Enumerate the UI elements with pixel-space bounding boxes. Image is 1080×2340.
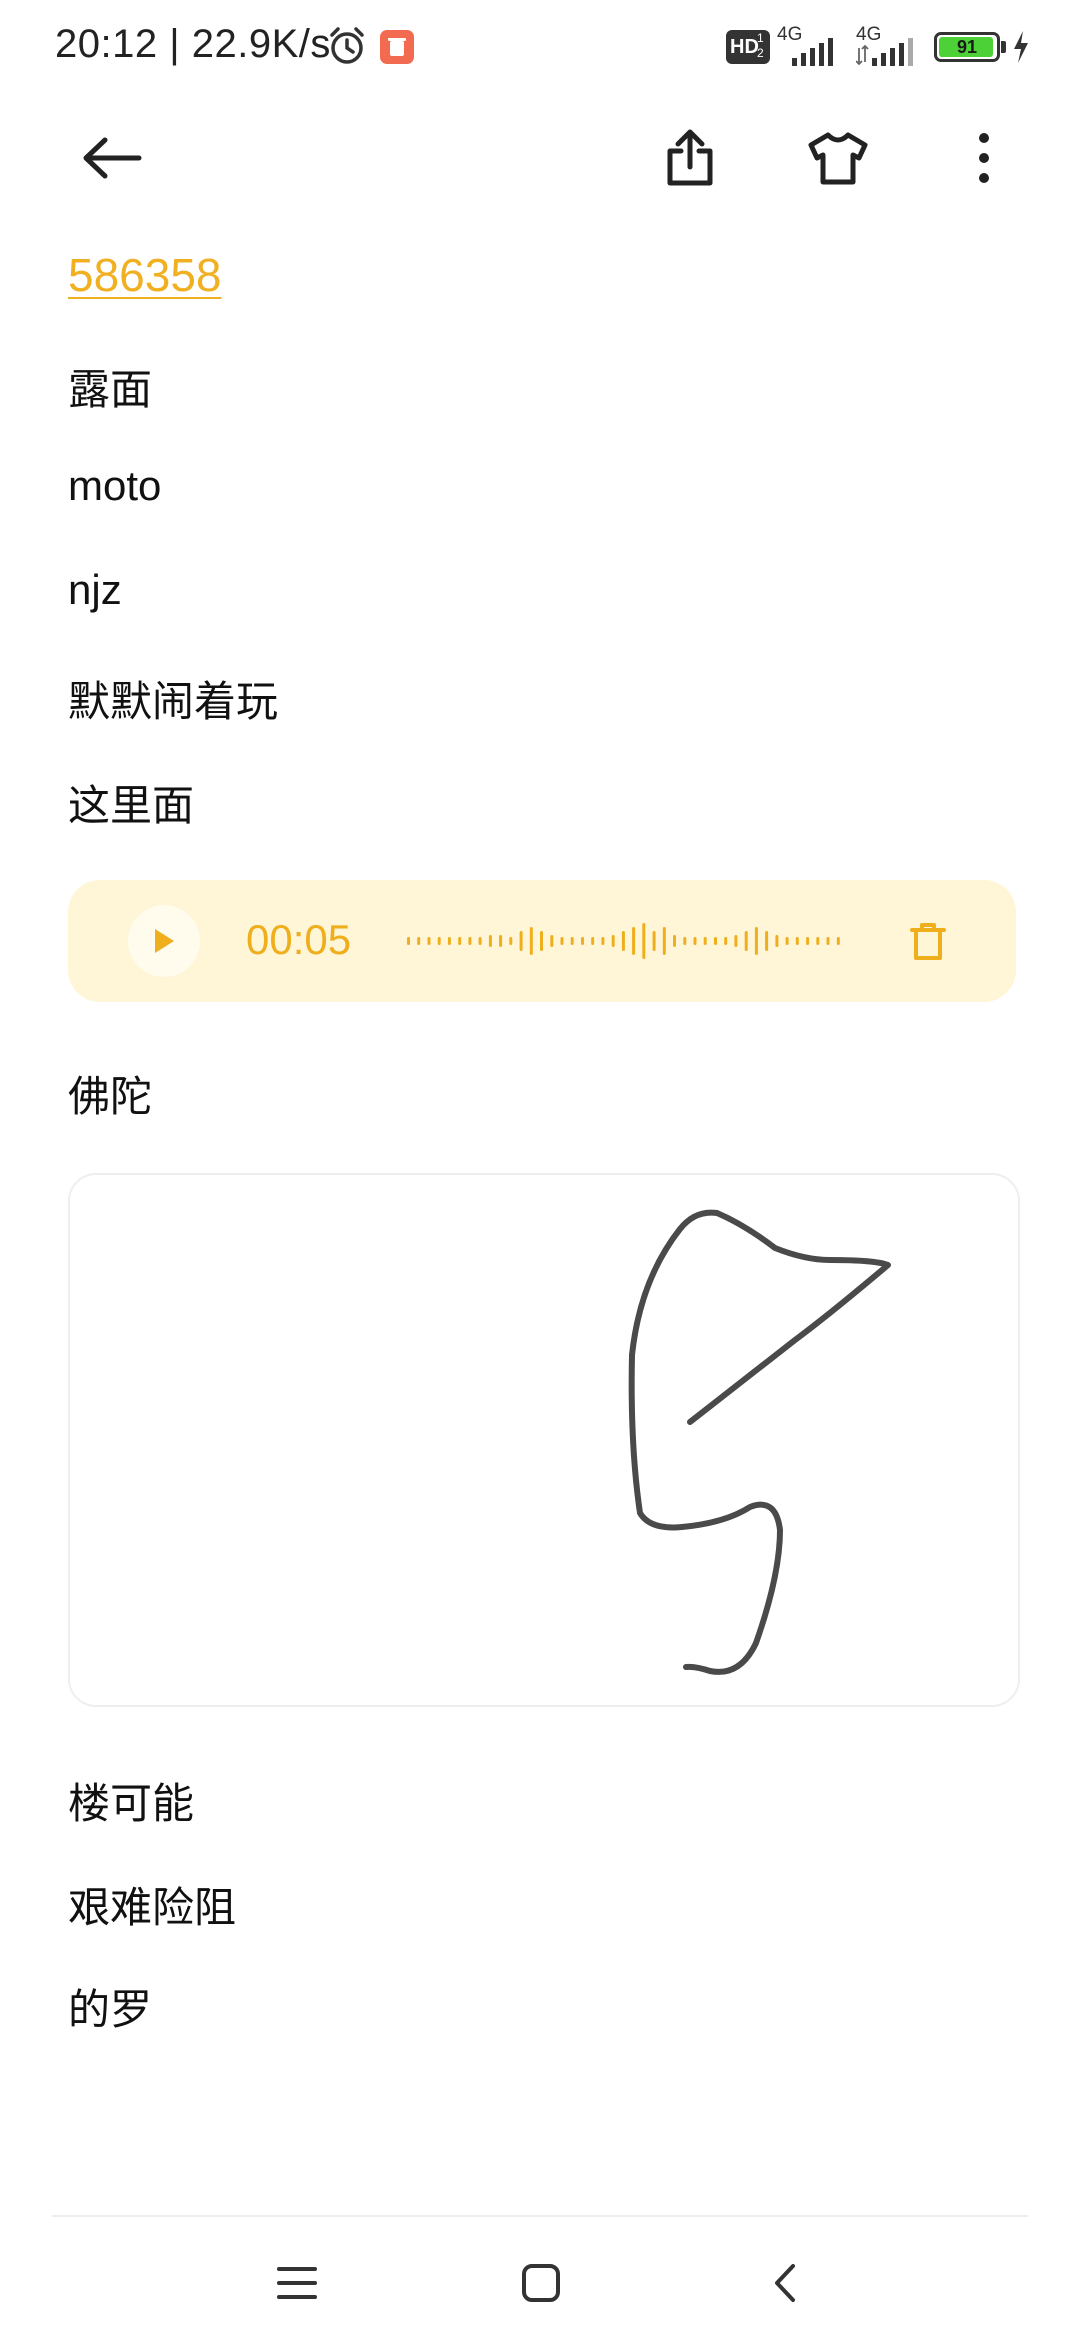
charging-icon [1014, 31, 1028, 63]
play-button[interactable] [128, 905, 200, 977]
waveform-bar [621, 931, 625, 951]
waveform-bar [591, 937, 595, 945]
nav-menu-button[interactable] [252, 2238, 342, 2328]
note-line[interactable]: 默默闹着玩 [68, 668, 278, 729]
waveform-bar [642, 923, 646, 959]
waveform-bar [478, 937, 482, 945]
waveform-bar [714, 937, 717, 945]
waveform-bar [775, 935, 779, 947]
nav-home-button[interactable] [496, 2238, 586, 2328]
tshirt-icon [808, 132, 868, 185]
waveform-bar [529, 927, 533, 955]
waveform-bar [703, 937, 707, 945]
waveform-bar [826, 937, 830, 945]
status-time-speed: 20:12 | 22.9K/s [55, 22, 331, 66]
hd-sub: 1 [757, 31, 764, 45]
waveform-bar [468, 937, 472, 945]
waveform-bar [693, 937, 697, 945]
waveform-bar [744, 931, 748, 951]
waveform-bar [437, 937, 441, 945]
waveform-bar [673, 935, 676, 947]
waveform-bar [447, 937, 451, 945]
note-line[interactable]: 这里面 [68, 772, 194, 833]
battery-level: 91 [956, 37, 978, 57]
waveform-bar [488, 935, 492, 947]
note-line[interactable]: 佛陀 [68, 1063, 152, 1124]
waveform-bar [683, 937, 687, 945]
waveform-bar [601, 937, 605, 945]
back-button[interactable] [64, 110, 160, 206]
waveform-bar [754, 927, 758, 955]
waveform-bar [509, 937, 513, 945]
waveform-bar [724, 937, 728, 945]
battery-tip [1001, 41, 1006, 53]
waveform-bar [632, 927, 636, 955]
waveform-bar [550, 935, 554, 947]
hd-sub2: 2 [757, 46, 764, 60]
waveform-bar [611, 935, 615, 947]
note-line[interactable]: 楼可能 [68, 1770, 194, 1831]
delete-audio-button[interactable] [898, 911, 958, 971]
waveform-bar [560, 937, 564, 945]
battery-icon: 91 [934, 32, 1000, 62]
menu-icon [277, 2267, 317, 2299]
waveform-bar [795, 937, 799, 945]
signal-icon-2 [856, 38, 913, 66]
toolbar [0, 110, 1080, 230]
note-line[interactable]: moto [68, 462, 161, 510]
trash-icon [910, 923, 946, 960]
share-icon [667, 129, 713, 186]
waveform-bar [499, 935, 503, 947]
waveform-bar [458, 937, 462, 945]
waveform-bar [570, 937, 574, 945]
waveform-bar [652, 931, 656, 951]
note-line[interactable]: njz [68, 566, 122, 614]
signal-icon [792, 38, 833, 66]
home-icon [522, 2264, 560, 2302]
waveform-bar [581, 937, 584, 945]
waveform-bar [417, 937, 421, 945]
back-chevron-icon [775, 2264, 795, 2302]
more-options-button[interactable] [936, 110, 1032, 206]
waveform-bar [816, 937, 820, 945]
hd-label: HD [730, 36, 759, 58]
note-line[interactable]: 的罗 [68, 1976, 152, 2037]
drawing-stroke [628, 1209, 891, 1675]
waveform-bar [427, 937, 431, 945]
share-button[interactable] [642, 110, 738, 206]
note-line[interactable]: 艰难险阻 [68, 1874, 236, 1935]
hd-badge-icon: HD 1 2 [726, 30, 770, 64]
audio-recording-card: 00:05 [68, 880, 1016, 1002]
status-bar: 20:12 | 22.9K/s HD 1 2 4G 4G 91 [0, 0, 1080, 96]
alarm-icon [330, 27, 364, 64]
handwriting-drawing[interactable] [68, 1173, 1020, 1707]
audio-duration: 00:05 [246, 916, 352, 963]
nav-divider [52, 2215, 1028, 2217]
note-line[interactable]: 露面 [68, 356, 152, 417]
app-notification-icon [380, 30, 414, 64]
waveform-bar [734, 935, 738, 947]
theme-button[interactable] [790, 110, 886, 206]
waveform-bar [519, 931, 523, 951]
nav-back-button[interactable] [740, 2238, 830, 2328]
waveform-bar [662, 927, 666, 955]
waveform-bar [540, 931, 543, 951]
waveform-bar [785, 937, 789, 945]
more-vertical-icon [979, 133, 989, 183]
back-arrow-icon [83, 137, 142, 179]
waveform-bar [806, 937, 810, 945]
waveform-bar [836, 937, 840, 945]
play-icon [155, 929, 174, 953]
audio-waveform [407, 923, 840, 959]
note-link[interactable]: 586358 [68, 248, 222, 302]
waveform-bar [407, 937, 410, 945]
waveform-bar [765, 931, 769, 951]
